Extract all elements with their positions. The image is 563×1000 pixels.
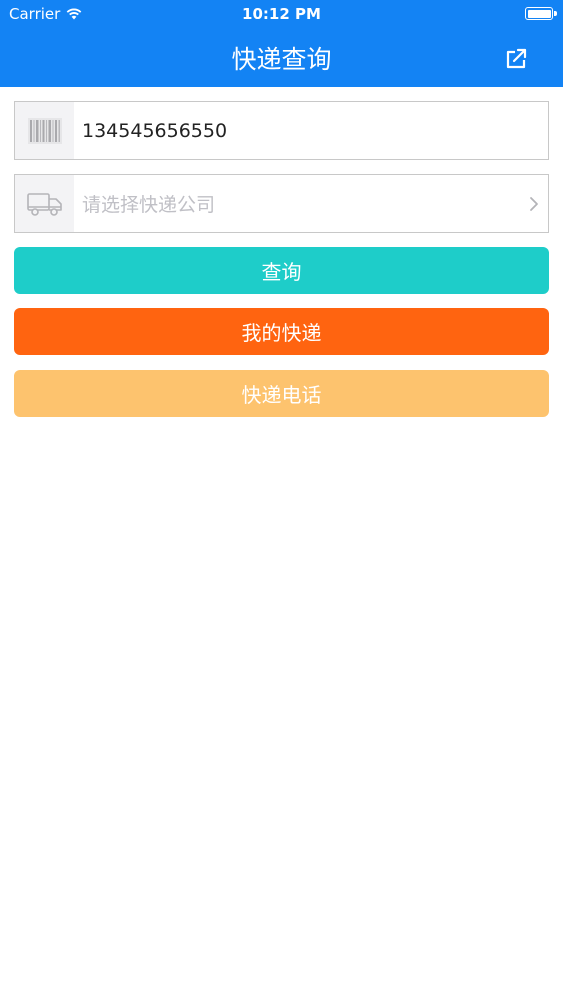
status-bar: Carrier 10:12 PM: [0, 0, 563, 28]
barcode-icon: [27, 117, 62, 144]
truck-icon: [26, 192, 62, 216]
company-placeholder: 请选择快递公司: [82, 194, 216, 216]
battery-fill: [527, 9, 551, 18]
share-icon: [506, 48, 527, 69]
company-selector[interactable]: 请选择快递公司: [14, 174, 549, 233]
tracking-number-input[interactable]: [82, 119, 548, 142]
tracking-icon-box: [15, 102, 74, 159]
tracking-number-field[interactable]: [14, 101, 549, 160]
company-icon-box: [15, 175, 74, 232]
chevron-right-icon: [520, 175, 548, 232]
express-phone-button[interactable]: 快递电话: [14, 370, 549, 417]
page-title: 快递查询: [231, 45, 332, 74]
query-button[interactable]: 查询: [14, 247, 549, 294]
nav-bar: 快递查询: [0, 28, 563, 87]
tracking-text-area: [74, 102, 548, 159]
status-time: 10:12 PM: [242, 5, 321, 23]
share-button[interactable]: [505, 47, 529, 69]
company-text-area: 请选择快递公司: [74, 175, 520, 232]
my-express-button[interactable]: 我的快递: [14, 308, 549, 355]
battery-icon: [525, 7, 557, 20]
